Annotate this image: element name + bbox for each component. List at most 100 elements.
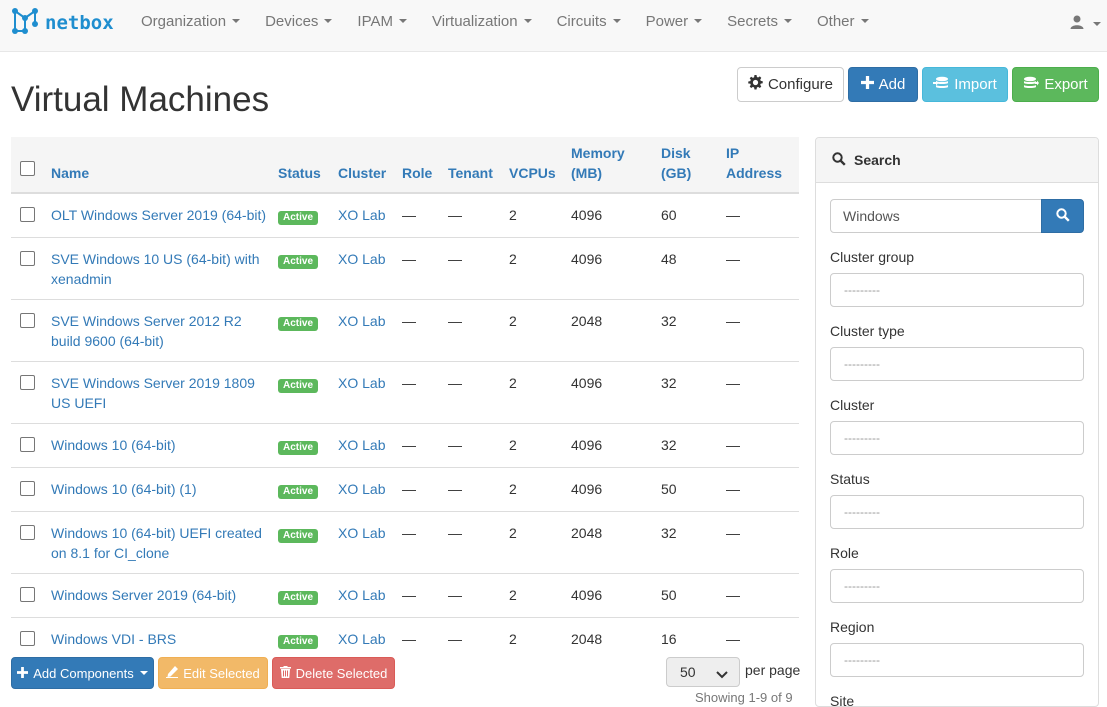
vm-name-link[interactable]: SVE Windows Server 2012 R2 build 9600 (6…	[51, 313, 242, 349]
disk-cell: 50	[655, 467, 720, 512]
role-select[interactable]: ---------	[830, 569, 1084, 603]
status-badge: Active	[278, 211, 319, 225]
region-select[interactable]: ---------	[830, 643, 1084, 677]
search-button[interactable]	[1041, 199, 1084, 233]
cluster-link[interactable]: XO Lab	[338, 207, 385, 223]
vm-name-link[interactable]: SVE Windows Server 2019 1809 US UEFI	[51, 375, 255, 411]
memory-cell: 2048	[565, 617, 655, 661]
nav-ipam[interactable]: IPAM	[344, 0, 419, 42]
row-checkbox[interactable]	[20, 313, 35, 328]
nav-other[interactable]: Other	[804, 0, 881, 42]
vm-name-link[interactable]: Windows 10 (64-bit) (1)	[51, 481, 197, 497]
vm-name-link[interactable]: Windows 10 (64-bit) UEFI created on 8.1 …	[51, 525, 262, 561]
row-checkbox[interactable]	[20, 375, 35, 390]
filter-label-region: Region	[830, 619, 875, 635]
select-all-checkbox[interactable]	[20, 161, 35, 176]
row-checkbox[interactable]	[20, 207, 35, 222]
nav-label: Power	[645, 12, 689, 30]
nav-organization[interactable]: Organization	[128, 0, 252, 42]
chevron-down-icon	[716, 667, 728, 683]
disk-cell: 32	[655, 299, 720, 362]
ip-cell: —	[720, 617, 799, 661]
row-checkbox[interactable]	[20, 631, 35, 646]
vm-name-link[interactable]: SVE Windows 10 US (64-bit) with xenadmin	[51, 251, 260, 287]
netbox-logo-icon	[11, 7, 39, 38]
ip-cell: —	[720, 299, 799, 362]
cluster-link[interactable]: XO Lab	[338, 313, 385, 329]
filter-label-cluster-group: Cluster group	[830, 249, 915, 265]
nav-circuits[interactable]: Circuits	[544, 0, 633, 42]
col-role[interactable]: Role	[396, 137, 442, 194]
nav-devices[interactable]: Devices	[252, 0, 344, 42]
nav-secrets[interactable]: Secrets	[714, 0, 804, 42]
add-button[interactable]: Add	[848, 67, 918, 102]
vm-name-link[interactable]: Windows 10 (64-bit)	[51, 437, 176, 453]
search-icon	[832, 151, 854, 169]
vm-name-link[interactable]: OLT Windows Server 2019 (64-bit)	[51, 207, 266, 223]
user-menu[interactable]	[1069, 14, 1101, 33]
cluster-link[interactable]: XO Lab	[338, 375, 385, 391]
cluster-group-select[interactable]: ---------	[830, 273, 1084, 307]
cluster-select[interactable]: ---------	[830, 421, 1084, 455]
role-cell: —	[396, 299, 442, 362]
col-tenant[interactable]: Tenant	[442, 137, 503, 194]
nav-virtualization[interactable]: Virtualization	[419, 0, 544, 42]
cluster-link[interactable]: XO Lab	[338, 251, 385, 267]
ip-cell: —	[720, 192, 799, 238]
col-ip[interactable]: IP Address	[720, 137, 799, 194]
nav-power[interactable]: Power	[633, 0, 715, 42]
memory-cell: 4096	[565, 467, 655, 512]
col-name[interactable]: Name	[45, 137, 272, 194]
row-checkbox[interactable]	[20, 437, 35, 452]
cluster-link[interactable]: XO Lab	[338, 481, 385, 497]
vm-table: Name Status Cluster Role Tenant VCPUs Me…	[11, 137, 799, 661]
row-checkbox[interactable]	[20, 525, 35, 540]
vcpus-cell: 2	[503, 423, 565, 468]
disk-cell: 32	[655, 511, 720, 574]
ip-cell: —	[720, 423, 799, 468]
cluster-link[interactable]: XO Lab	[338, 437, 385, 453]
col-memory[interactable]: Memory (MB)	[565, 137, 655, 194]
col-cluster[interactable]: Cluster	[332, 137, 396, 194]
role-cell: —	[396, 617, 442, 661]
configure-label: Configure	[767, 76, 834, 93]
vcpus-cell: 2	[503, 192, 565, 238]
disk-cell: 16	[655, 617, 720, 661]
memory-cell: 4096	[565, 192, 655, 238]
col-vcpus[interactable]: VCPUs	[503, 137, 565, 194]
per-page-select[interactable]: 50	[666, 657, 740, 687]
add-components-button[interactable]: Add Components	[11, 657, 154, 689]
role-cell: —	[396, 511, 442, 574]
database-icon	[933, 76, 954, 94]
search-input[interactable]: Windows	[830, 199, 1042, 233]
status-select[interactable]: ---------	[830, 495, 1084, 529]
cluster-type-select[interactable]: ---------	[830, 347, 1084, 381]
cluster-link[interactable]: XO Lab	[338, 631, 385, 647]
configure-button[interactable]: Configure	[737, 67, 844, 102]
caret-down-icon	[860, 19, 869, 23]
delete-selected-button[interactable]: Delete Selected	[272, 657, 395, 689]
col-status[interactable]: Status	[272, 137, 332, 194]
cluster-link[interactable]: XO Lab	[338, 525, 385, 541]
delete-selected-label: Delete Selected	[295, 665, 388, 681]
col-disk[interactable]: Disk (GB)	[655, 137, 720, 194]
memory-cell: 4096	[565, 237, 655, 300]
row-checkbox[interactable]	[20, 251, 35, 266]
role-cell: —	[396, 237, 442, 300]
memory-cell: 4096	[565, 361, 655, 424]
vm-name-link[interactable]: Windows Server 2019 (64-bit)	[51, 587, 236, 603]
role-cell: —	[396, 361, 442, 424]
row-checkbox[interactable]	[20, 587, 35, 602]
memory-cell: 2048	[565, 299, 655, 362]
cluster-link[interactable]: XO Lab	[338, 587, 385, 603]
filter-label-cluster-type: Cluster type	[830, 323, 905, 339]
export-button[interactable]: Export	[1012, 67, 1099, 102]
status-badge: Active	[278, 317, 319, 331]
edit-selected-button[interactable]: Edit Selected	[158, 657, 268, 689]
nav-label: Secrets	[727, 12, 778, 30]
vm-name-link[interactable]: Windows VDI - BRS	[51, 631, 176, 647]
row-checkbox[interactable]	[20, 481, 35, 496]
brand[interactable]: netbox	[11, 7, 114, 38]
import-button[interactable]: Import	[922, 67, 1008, 102]
vcpus-cell: 2	[503, 361, 565, 424]
